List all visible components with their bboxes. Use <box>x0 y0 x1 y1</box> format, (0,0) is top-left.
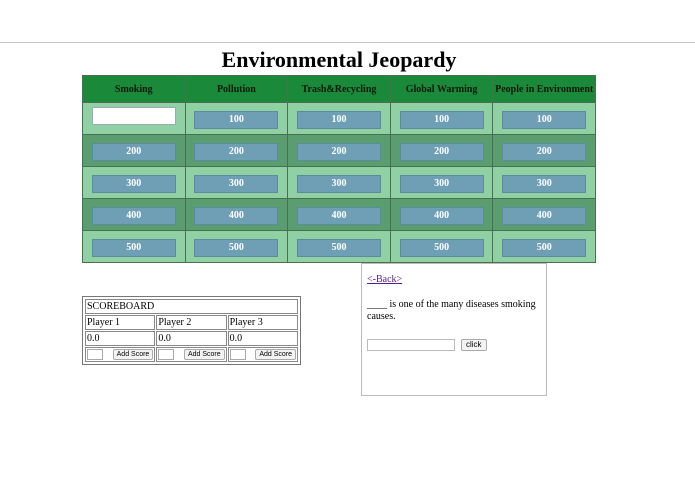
clue-row-500: 500 500 500 500 500 <box>82 230 596 263</box>
score-input[interactable] <box>158 349 175 361</box>
category-header-row: Smoking Pollution Trash&Recycling Global… <box>82 75 596 103</box>
top-divider <box>0 42 695 43</box>
player-name: Player 3 <box>227 315 298 330</box>
add-score-button[interactable]: Add Score <box>112 348 154 360</box>
add-score-button[interactable]: Add Score <box>183 348 225 360</box>
clue-button[interactable]: 300 <box>399 174 484 193</box>
answer-row: click <box>367 334 541 352</box>
submit-answer-button[interactable]: click <box>461 339 487 351</box>
clue-button[interactable]: 100 <box>399 110 484 129</box>
score-entry-cell: Add Score <box>85 347 156 362</box>
clue-button[interactable]: 100 <box>296 110 381 129</box>
clue-button[interactable]: 100 <box>194 110 279 129</box>
category-header: People in Environment <box>492 75 596 103</box>
category-header: Pollution <box>184 75 289 103</box>
question-text: ____ is one of the many diseases smoking… <box>367 299 536 322</box>
score-entry-cell: Add Score <box>227 347 298 362</box>
clue-button[interactable]: 200 <box>194 142 279 161</box>
scoreboard-title: SCOREBOARD <box>85 299 298 314</box>
jeopardy-board: Smoking Pollution Trash&Recycling Global… <box>82 75 596 263</box>
clue-button[interactable]: 300 <box>502 174 587 193</box>
clue-button[interactable]: 400 <box>502 206 587 225</box>
category-header: Trash&Recycling <box>287 75 391 103</box>
clue-button[interactable]: 200 <box>399 142 484 161</box>
clue-button[interactable]: 300 <box>296 174 381 193</box>
clue-row-100: 100 100 100 100 <box>82 102 596 135</box>
clue-button[interactable]: 400 <box>194 206 279 225</box>
clue-row-200: 200 200 200 200 200 <box>82 134 596 167</box>
page-title: Environmental Jeopardy <box>221 47 457 72</box>
clue-button[interactable]: 100 <box>502 110 587 129</box>
player-score: 0.0 <box>85 331 156 346</box>
clue-button[interactable]: 300 <box>194 174 279 193</box>
clue-button[interactable]: 500 <box>399 238 484 257</box>
add-score-button[interactable]: Add Score <box>255 348 296 360</box>
clue-button[interactable]: 400 <box>91 206 176 225</box>
clue-row-300: 300 300 300 300 300 <box>82 166 596 199</box>
clue-button[interactable]: 500 <box>502 238 587 257</box>
score-input[interactable] <box>87 349 103 361</box>
player-name: Player 2 <box>156 315 227 330</box>
clue-button-used[interactable] <box>91 107 176 125</box>
scoreboard: SCOREBOARD Player 1 Player 2 Player 3 0.… <box>82 296 301 365</box>
player-score: 0.0 <box>156 331 227 346</box>
player-name: Player 1 <box>85 315 156 330</box>
score-input[interactable] <box>229 349 246 361</box>
back-link[interactable]: <-Back> <box>367 274 402 285</box>
clue-button[interactable]: 200 <box>296 142 381 161</box>
category-header: Global Warming <box>389 75 494 103</box>
scoreboard-table: SCOREBOARD Player 1 Player 2 Player 3 0.… <box>84 298 299 363</box>
clue-button[interactable]: 400 <box>296 206 381 225</box>
clue-button[interactable]: 400 <box>399 206 484 225</box>
clue-button[interactable]: 200 <box>502 142 587 161</box>
category-header: Smoking <box>82 75 186 103</box>
clue-row-400: 400 400 400 400 400 <box>82 198 596 231</box>
score-entry-cell: Add Score <box>156 347 227 362</box>
clue-button[interactable]: 500 <box>194 238 279 257</box>
clue-button[interactable]: 300 <box>91 174 176 193</box>
answer-input[interactable] <box>367 338 455 351</box>
question-panel: <-Back> ____ is one of the many diseases… <box>361 263 547 396</box>
clue-button[interactable]: 500 <box>296 238 381 257</box>
clue-button[interactable]: 500 <box>91 238 176 257</box>
clue-button[interactable]: 200 <box>91 142 176 161</box>
player-score: 0.0 <box>227 331 298 346</box>
